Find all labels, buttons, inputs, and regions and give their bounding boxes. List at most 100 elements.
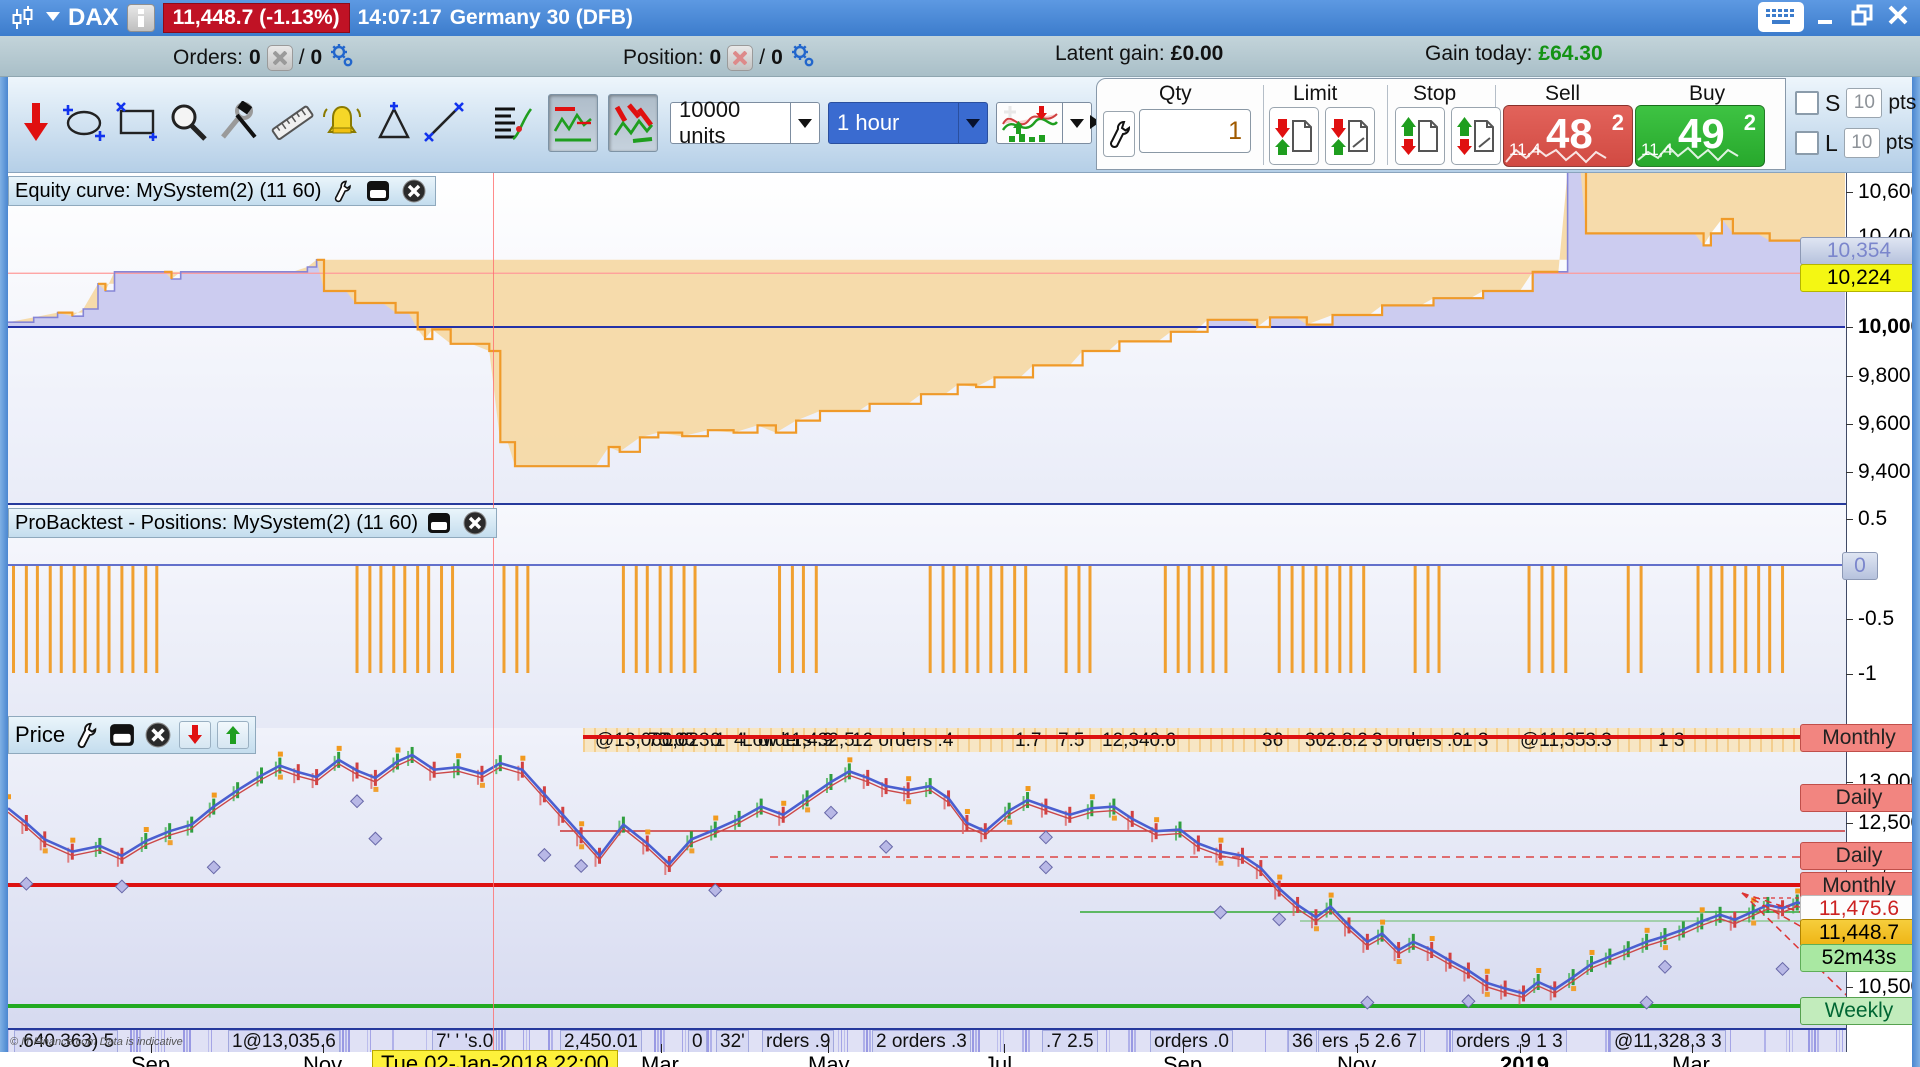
- equity-window-icon[interactable]: [363, 178, 393, 204]
- orders-label: Orders:: [173, 46, 244, 69]
- execution-annotation: 32': [716, 1030, 749, 1054]
- order-annotation: orders .9: [758, 730, 833, 751]
- execution-tick: [1265, 1030, 1266, 1052]
- cancel-orders-icon[interactable]: [266, 45, 293, 71]
- execution-tick: [342, 1030, 344, 1052]
- order-annotation: 12 orders .4: [852, 730, 954, 751]
- timeframe-dropdown-value: 1 hour: [837, 110, 900, 135]
- execution-tick: [654, 1030, 656, 1052]
- candlestick-mode-button[interactable]: [608, 94, 658, 152]
- qty-input[interactable]: [1139, 109, 1251, 153]
- execution-tick: [1839, 1030, 1840, 1052]
- price-axis-tick: [1846, 987, 1853, 988]
- gain-today-status: Gain today: £64.30: [1425, 42, 1603, 66]
- execution-tick: [348, 1030, 350, 1052]
- equity-settings-wrench-icon[interactable]: [327, 178, 357, 204]
- execution-tick: [345, 1030, 347, 1052]
- execution-annotation: ers .5 2.6 7: [1318, 1030, 1422, 1054]
- equity-close-icon[interactable]: [399, 178, 429, 204]
- stop-points-value[interactable]: 10: [1846, 88, 1883, 118]
- execution-annotation: .7 2.5: [1042, 1030, 1098, 1054]
- ellipse-tool[interactable]: [60, 94, 108, 150]
- line-chart-mode-button[interactable]: [548, 94, 598, 152]
- info-icon[interactable]: [126, 4, 155, 32]
- position-settings-gear-icon[interactable]: [789, 42, 815, 74]
- alert-bell-icon[interactable]: [318, 94, 366, 150]
- limit-points-value[interactable]: 10: [1843, 128, 1880, 158]
- equity-axis-tick: [1846, 424, 1853, 425]
- window-border-right[interactable]: [1912, 36, 1920, 1067]
- sell-marker-arrow-icon[interactable]: [179, 721, 212, 749]
- execution-tick: [1131, 1030, 1133, 1052]
- instrument-dropdown-icon[interactable]: [46, 9, 60, 27]
- time-axis-label: Jul: [984, 1052, 1013, 1067]
- order-settings-wrench-icon[interactable]: [1103, 111, 1135, 157]
- equity-axis-badge: 10,224: [1800, 264, 1918, 292]
- title-bar[interactable]: DAX 11,448.7 (-1.13%) 14:07:17 Germany 3…: [0, 0, 1920, 36]
- gain-today-value: £64.30: [1538, 42, 1603, 65]
- limit-order-button-2[interactable]: [1325, 107, 1375, 165]
- zoom-tool[interactable]: [164, 94, 212, 150]
- execution-tick: [1789, 1030, 1790, 1052]
- restore-icon[interactable]: [1850, 3, 1874, 32]
- buy-button[interactable]: 11,4 49 2: [1635, 105, 1765, 167]
- price-panel-header[interactable]: Price: [8, 716, 257, 754]
- execution-tick: [847, 1030, 848, 1052]
- close-icon[interactable]: [1886, 3, 1910, 32]
- execution-tick: [1028, 1030, 1030, 1052]
- limit-points-checkbox[interactable]: [1795, 131, 1819, 155]
- instrument-symbol[interactable]: DAX: [68, 4, 119, 32]
- buy-price-main: 49: [1678, 110, 1725, 157]
- orders-separator: /: [298, 46, 305, 69]
- stop-points-checkbox[interactable]: [1795, 91, 1819, 115]
- buy-marker-arrow-icon[interactable]: [217, 721, 250, 749]
- tools-icon[interactable]: [214, 94, 262, 150]
- trendline-tool[interactable]: [420, 94, 468, 150]
- positions-close-icon[interactable]: [460, 510, 490, 536]
- order-annotation: 1.7: [1015, 730, 1042, 751]
- sell-price-main: 48: [1546, 110, 1593, 157]
- units-dropdown[interactable]: 10000 units: [670, 97, 820, 148]
- keyboard-icon[interactable]: [1758, 2, 1804, 32]
- minimize-icon[interactable]: [1816, 4, 1838, 31]
- timeframe-dropdown[interactable]: 1 hour: [828, 102, 988, 144]
- sell-arrow-tool[interactable]: [12, 94, 60, 150]
- sell-button[interactable]: 11,4 48 2: [1503, 105, 1633, 167]
- limit-order-button-1[interactable]: [1269, 107, 1319, 165]
- execution-tick: [8, 1030, 9, 1052]
- ruler-tool[interactable]: [268, 94, 316, 150]
- rectangle-tool[interactable]: [112, 94, 160, 150]
- time-axis[interactable]: [0, 1052, 1920, 1067]
- price-window-icon[interactable]: [107, 722, 137, 748]
- triangle-pattern-tool[interactable]: [370, 94, 418, 150]
- execution-tick: [1109, 1030, 1110, 1052]
- orders-settings-gear-icon[interactable]: [328, 42, 354, 74]
- limit-points-label: L: [1825, 129, 1838, 156]
- positions-window-icon[interactable]: [424, 510, 454, 536]
- crosshair-vertical-line: [493, 172, 494, 1052]
- chart-style-dropdown-arrow-icon: [1062, 103, 1091, 143]
- execution-tick: [838, 1030, 839, 1052]
- execution-annotation: rders .9: [762, 1030, 835, 1054]
- indicator-list-icon[interactable]: [488, 94, 536, 150]
- status-bar: Orders: 0 / 0 Position: 0 / 0 Latent gai…: [0, 36, 1920, 77]
- equity-axis-badge: 10,354: [1800, 237, 1918, 265]
- execution-tick: [1106, 1030, 1107, 1052]
- clock-time: 14:07:17: [357, 6, 442, 29]
- equity-axis-tick: [1846, 472, 1853, 473]
- price-close-icon[interactable]: [143, 722, 173, 748]
- equity-panel-header[interactable]: Equity curve: MySystem(2) (11 60): [8, 176, 437, 206]
- positions-panel-title: ProBacktest - Positions: MySystem(2) (11…: [15, 511, 419, 534]
- close-position-icon[interactable]: [727, 45, 754, 71]
- position-open-count: 0: [709, 46, 722, 69]
- buy-header: Buy: [1689, 82, 1726, 105]
- positions-panel-header[interactable]: ProBacktest - Positions: MySystem(2) (11…: [8, 508, 498, 538]
- time-axis-label: 2019: [1500, 1052, 1549, 1067]
- stop-order-button-2[interactable]: [1451, 107, 1501, 165]
- equity-axis-label: 10,000: [1858, 315, 1920, 338]
- equity-axis-label: 9,400: [1858, 460, 1911, 483]
- chart-style-button[interactable]: [996, 102, 1092, 144]
- price-settings-wrench-icon[interactable]: [71, 722, 101, 749]
- execution-tick: [975, 1030, 977, 1052]
- stop-order-button-1[interactable]: [1395, 107, 1445, 165]
